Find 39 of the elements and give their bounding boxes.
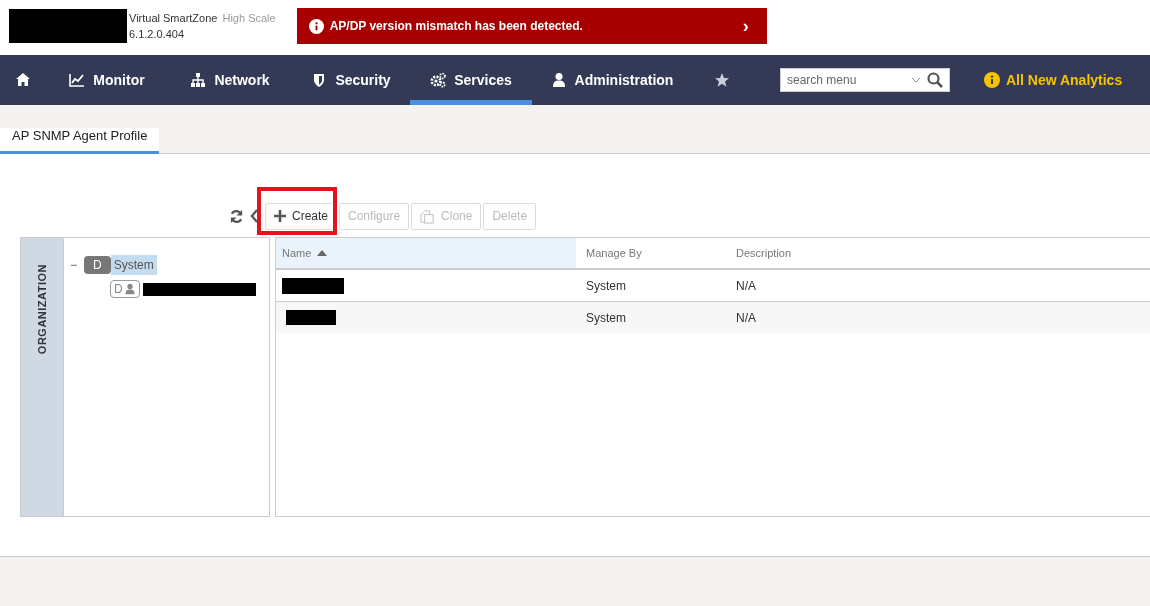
table-cell-text: System: [585, 309, 627, 327]
alert-message: AP/DP version mismatch has been detected.: [329, 19, 584, 33]
info-icon: [308, 18, 324, 34]
refresh-icon: [229, 208, 244, 224]
star-icon: [714, 72, 730, 88]
sitemap-icon: [190, 72, 207, 88]
info-icon: [984, 72, 1000, 88]
search-field[interactable]: search menu: [780, 68, 950, 92]
version-label: 6.1.2.0.404: [129, 26, 186, 42]
tree-item[interactable]: System: [110, 255, 157, 275]
panel-title: ORGANIZATION: [36, 264, 48, 355]
home-icon: [15, 72, 31, 88]
table-cell-text: System: [585, 277, 627, 295]
line-chart-icon: [69, 72, 86, 88]
domain-badge: D: [110, 280, 140, 298]
copy-icon: [420, 208, 436, 224]
table-cell-text: N/A: [735, 309, 757, 327]
tab[interactable]: AP SNMP Agent Profile: [0, 128, 160, 154]
user-icon: [123, 283, 136, 295]
collapse-toggle[interactable]: −: [70, 258, 84, 272]
column-header[interactable]: Name: [276, 238, 576, 268]
plus-icon: [274, 210, 286, 222]
analytics-link[interactable]: All New Analytics: [984, 55, 1123, 105]
table-cell-text: N/A: [735, 277, 757, 295]
nav-tab[interactable]: Security: [292, 55, 410, 105]
nav-tab[interactable]: Monitor: [46, 55, 168, 105]
edition-label: High Scale: [222, 11, 276, 24]
user-icon: [550, 72, 567, 88]
nav-tab[interactable]: Network: [168, 55, 292, 105]
search-icon: [927, 72, 943, 88]
collapse-chevron-icon: [250, 209, 259, 223]
chevron-icon: ›: [742, 15, 749, 37]
alert-banner[interactable]: AP/DP version mismatch has been detected. ›: [296, 8, 767, 44]
domain-badge: D: [84, 256, 111, 274]
product-name: Virtual SmartZone: [129, 11, 218, 24]
column-header[interactable]: Manage By: [576, 238, 726, 268]
nav-tab[interactable]: Administration: [532, 55, 692, 105]
dropdown-caret-icon: [911, 77, 921, 83]
column-header[interactable]: Description: [726, 238, 1150, 268]
